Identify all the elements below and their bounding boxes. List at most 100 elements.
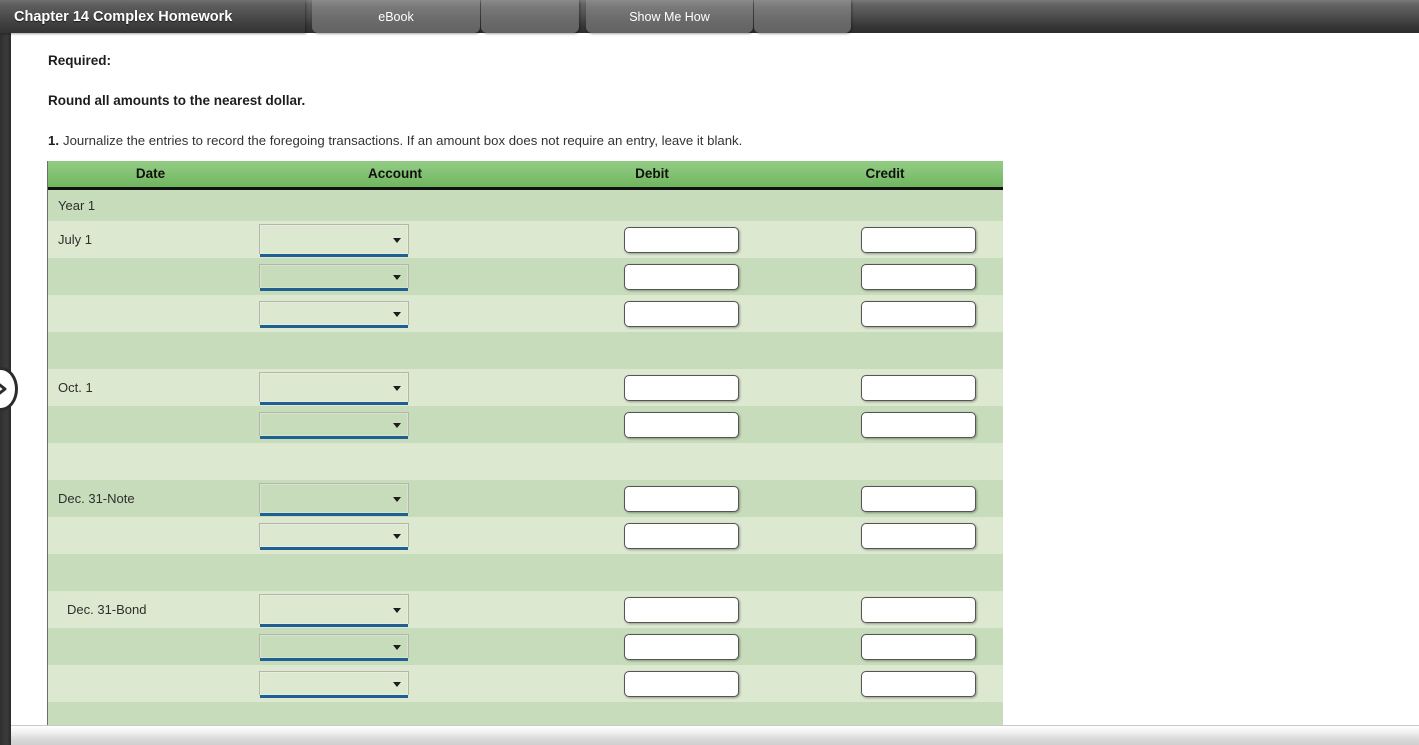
journal-date-cell	[48, 332, 253, 369]
journal-credit-cell	[767, 702, 1003, 725]
credit-input[interactable]	[861, 633, 976, 660]
table-row	[48, 332, 1003, 369]
journal-date-cell	[48, 665, 253, 702]
journal-date-cell: Dec. 31-Note	[48, 480, 253, 517]
journal-account-cell	[253, 221, 537, 258]
journal-credit-cell	[767, 332, 1003, 369]
tab-blank-1[interactable]	[481, 0, 579, 33]
credit-input[interactable]	[861, 411, 976, 438]
journal-credit-cell	[767, 369, 1003, 406]
debit-input[interactable]	[624, 411, 739, 438]
account-select[interactable]	[259, 372, 409, 405]
journal-debit-cell	[537, 443, 767, 480]
debit-input[interactable]	[624, 485, 739, 512]
journal-date-cell	[48, 295, 253, 332]
journal-credit-cell	[767, 406, 1003, 443]
table-row: Oct. 1	[48, 369, 1003, 406]
journal-credit-cell	[767, 517, 1003, 554]
table-row	[48, 295, 1003, 332]
question-text: Journalize the entries to record the for…	[63, 133, 743, 148]
journal-date-cell: July 1	[48, 221, 253, 258]
journal-account-cell	[253, 188, 537, 221]
journal-debit-cell	[537, 295, 767, 332]
debit-input[interactable]	[624, 670, 739, 697]
journal-date-cell	[48, 517, 253, 554]
account-select[interactable]	[259, 301, 409, 328]
journal-credit-cell	[767, 480, 1003, 517]
column-header-debit: Debit	[537, 161, 767, 190]
account-select[interactable]	[259, 264, 409, 291]
page-title: Chapter 14 Complex Homework	[14, 8, 233, 25]
chevron-down-icon	[393, 385, 401, 391]
journal-credit-cell	[767, 221, 1003, 258]
journal-debit-cell	[537, 702, 767, 725]
credit-input[interactable]	[861, 263, 976, 290]
tab-show-me-how[interactable]: Show Me How	[586, 0, 753, 33]
journal-credit-cell	[767, 628, 1003, 665]
journal-account-cell	[253, 480, 537, 517]
table-row	[48, 665, 1003, 702]
debit-input[interactable]	[624, 522, 739, 549]
debit-input[interactable]	[624, 263, 739, 290]
credit-input[interactable]	[861, 374, 976, 401]
credit-input[interactable]	[861, 300, 976, 327]
journal-date-cell	[48, 443, 253, 480]
table-row: Dec. 31-Note	[48, 480, 1003, 517]
journal-debit-cell	[537, 406, 767, 443]
chevron-down-icon	[393, 422, 401, 428]
journal-account-cell	[253, 332, 537, 369]
table-row: Year 1	[48, 188, 1003, 221]
column-header-credit: Credit	[767, 161, 1003, 190]
content-pane: Required: Round all amounts to the neare…	[11, 33, 1419, 725]
account-select[interactable]	[259, 412, 409, 439]
tab-blank-2[interactable]	[754, 0, 851, 33]
debit-input[interactable]	[624, 374, 739, 401]
debit-input[interactable]	[624, 300, 739, 327]
journal-debit-cell	[537, 591, 767, 628]
chevron-down-icon	[393, 681, 401, 687]
debit-input[interactable]	[624, 226, 739, 253]
account-select[interactable]	[259, 634, 409, 661]
account-select[interactable]	[259, 523, 409, 550]
journal-debit-cell	[537, 554, 767, 591]
journal-account-cell	[253, 258, 537, 295]
debit-input[interactable]	[624, 633, 739, 660]
chevron-down-icon	[393, 311, 401, 317]
journal-table-body: Year 1 July 1 Oct. 1 Dec. 31-Note Dec. 31-Bo…	[48, 188, 1003, 725]
question-1: 1. Journalize the entries to record the f…	[48, 133, 742, 148]
account-select[interactable]	[259, 594, 409, 627]
credit-input[interactable]	[861, 596, 976, 623]
journal-account-cell	[253, 295, 537, 332]
journal-date-cell	[48, 406, 253, 443]
tab-chapter-title[interactable]: Chapter 14 Complex Homework	[0, 0, 305, 33]
journal-debit-cell	[537, 480, 767, 517]
account-select[interactable]	[259, 224, 409, 257]
account-select[interactable]	[259, 671, 409, 698]
table-row: Dec. 31-Bond	[48, 591, 1003, 628]
debit-input[interactable]	[624, 596, 739, 623]
chevron-down-icon	[393, 237, 401, 243]
credit-input[interactable]	[861, 670, 976, 697]
journal-table-header-row: Date Account Debit Credit	[48, 161, 1003, 190]
journal-debit-cell	[537, 258, 767, 295]
journal-entry-table: Date Account Debit Credit Year 1 July 1 Oc…	[47, 161, 1003, 725]
journal-credit-cell	[767, 554, 1003, 591]
chevron-down-icon	[393, 607, 401, 613]
table-row	[48, 554, 1003, 591]
tab-ebook[interactable]: eBook	[312, 0, 480, 33]
question-number: 1.	[48, 133, 59, 148]
chevron-down-icon	[393, 274, 401, 280]
credit-input[interactable]	[861, 485, 976, 512]
account-select[interactable]	[259, 483, 409, 516]
journal-date-cell	[48, 258, 253, 295]
chevron-right-icon	[0, 383, 7, 395]
journal-account-cell	[253, 517, 537, 554]
credit-input[interactable]	[861, 226, 976, 253]
column-header-date: Date	[48, 161, 253, 190]
table-row	[48, 258, 1003, 295]
journal-account-cell	[253, 406, 537, 443]
journal-account-cell	[253, 628, 537, 665]
credit-input[interactable]	[861, 522, 976, 549]
journal-date-cell	[48, 702, 253, 725]
journal-account-cell	[253, 443, 537, 480]
